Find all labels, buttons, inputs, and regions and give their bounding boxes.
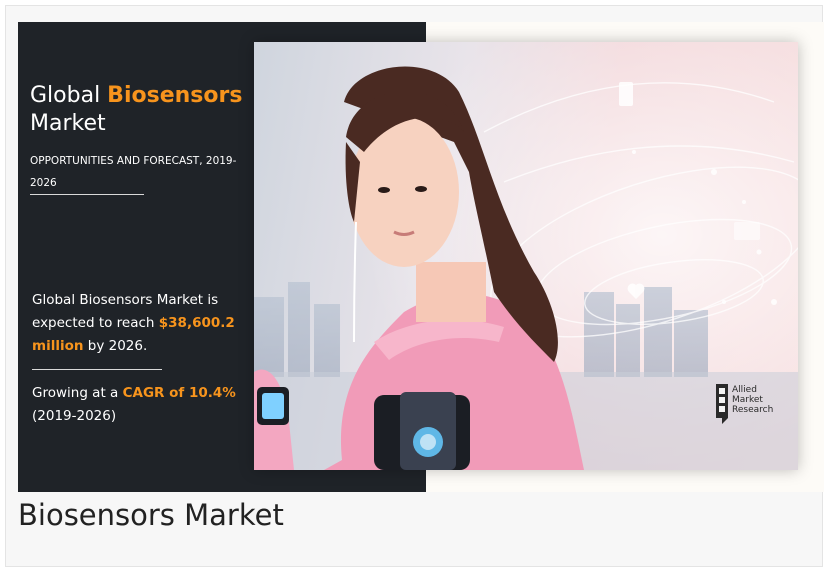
stat1-suffix: by 2026. — [83, 338, 148, 354]
cagr-stat: Growing at a CAGR of 10.4% (2019-2026) — [32, 382, 257, 428]
image-caption: Biosensors Market — [18, 498, 284, 532]
stat2-text: Growing at a — [32, 385, 123, 401]
banner-subtitle: OPPORTUNITIES AND FORECAST, 2019-2026 — [30, 155, 237, 189]
logo-line2: Market — [732, 395, 763, 405]
title-line2: Market — [30, 111, 106, 136]
logo-line3: Research — [732, 405, 774, 415]
logo-text: Allied Market Research — [732, 385, 773, 415]
stat2-period: (2019-2026) — [32, 408, 117, 424]
infographic-banner[interactable]: Global Biosensors Market OPPORTUNITIES A… — [18, 22, 824, 492]
divider — [32, 369, 162, 370]
title-prefix: Global — [30, 83, 108, 108]
banner-title: Global Biosensors Market — [30, 82, 242, 138]
divider — [30, 194, 144, 195]
market-size-stat: Global Biosensors Market is expected to … — [32, 289, 257, 358]
cagr-value: CAGR of 10.4% — [122, 385, 236, 401]
hero-photo: Allied Market Research — [254, 42, 798, 470]
title-accent: Biosensors — [107, 83, 243, 108]
logo-line1: Allied — [732, 385, 757, 395]
